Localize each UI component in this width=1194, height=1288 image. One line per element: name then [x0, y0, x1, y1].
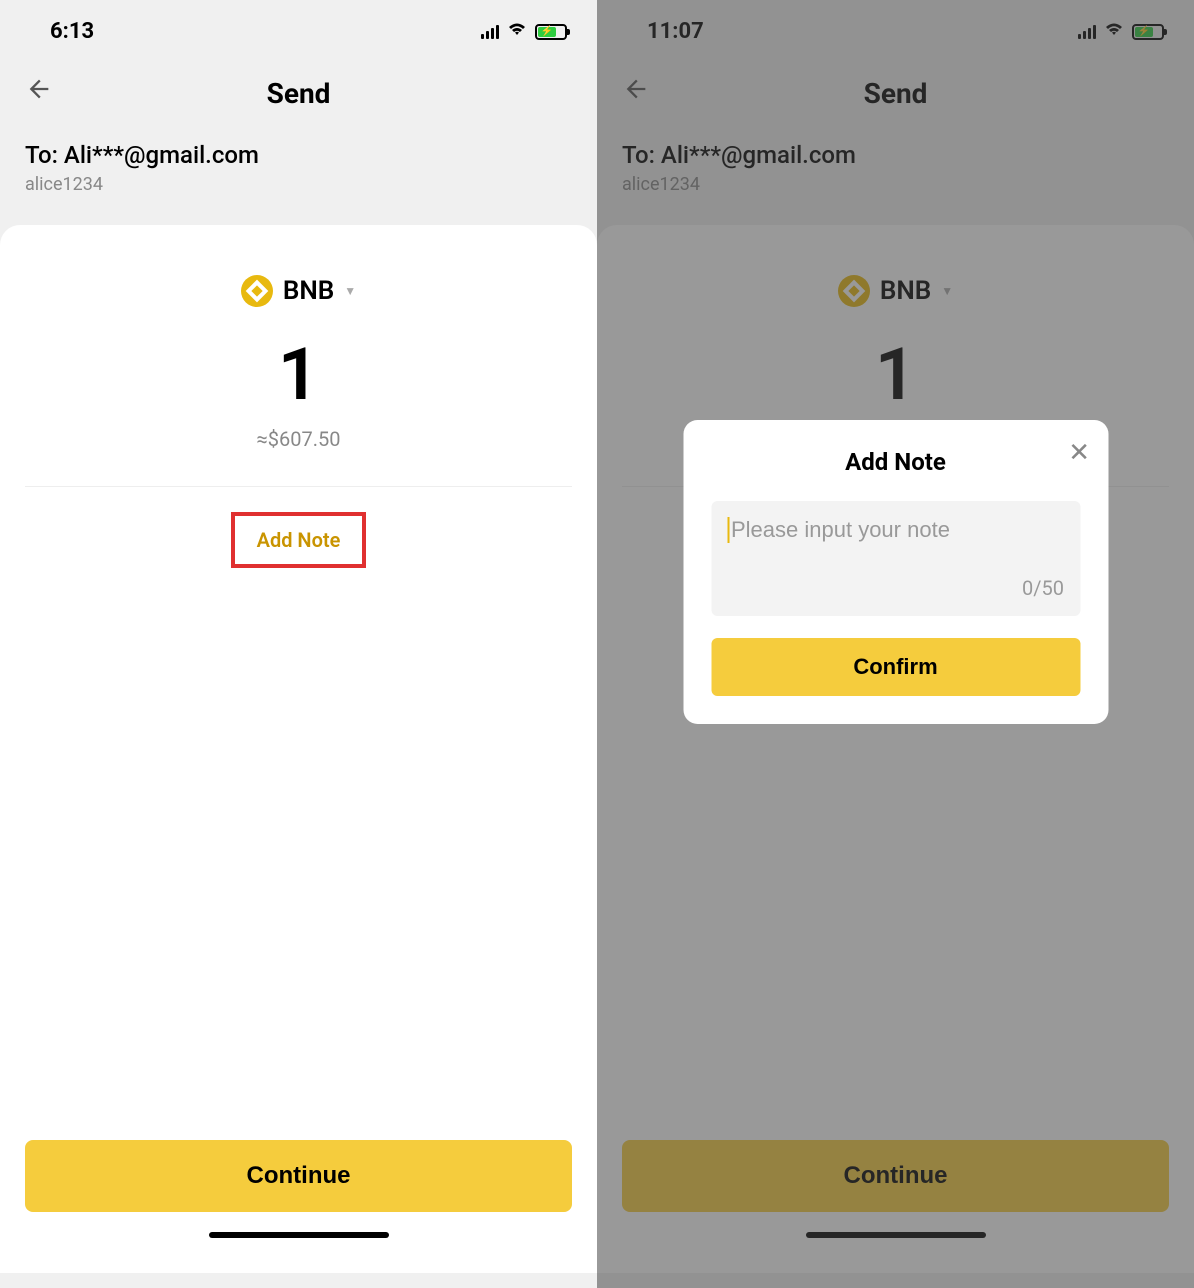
- coin-selector[interactable]: BNB ▼: [25, 275, 572, 307]
- status-bar: 6:13 ⚡: [0, 0, 597, 55]
- send-card: BNB ▼ 1 ≈$607.50 Add Note Continue: [0, 225, 597, 1273]
- cellular-signal-icon: [481, 25, 499, 39]
- amount-value[interactable]: 1: [25, 332, 572, 417]
- add-note-modal: ✕ Add Note 0/50 Confirm: [683, 420, 1108, 724]
- status-time: 6:13: [50, 19, 94, 44]
- amount-usd: ≈$607.50: [25, 427, 572, 451]
- battery-charging-icon: ⚡: [535, 24, 567, 40]
- chevron-down-icon: ▼: [344, 284, 356, 298]
- wifi-icon: [507, 21, 527, 42]
- status-icons: ⚡: [481, 21, 567, 42]
- highlight-box: Add Note: [231, 512, 367, 568]
- note-input-wrapper: 0/50: [711, 501, 1080, 616]
- add-note-link[interactable]: Add Note: [25, 512, 572, 568]
- recipient-handle: alice1234: [25, 174, 572, 195]
- recipient-block: To: Ali***@gmail.com alice1234: [0, 131, 597, 215]
- divider: [25, 486, 572, 487]
- bnb-coin-icon: [241, 275, 273, 307]
- close-icon[interactable]: ✕: [1068, 438, 1090, 468]
- char-count: 0/50: [727, 576, 1064, 600]
- modal-title: Add Note: [711, 448, 1080, 476]
- note-input[interactable]: [727, 517, 1064, 543]
- nav-header: Send: [0, 55, 597, 131]
- continue-button[interactable]: Continue: [25, 1140, 572, 1212]
- home-indicator[interactable]: [209, 1232, 389, 1238]
- phone-screen-left: 6:13 ⚡ Send To: Ali***@gmail.com alice12…: [0, 0, 597, 1288]
- coin-symbol: BNB: [283, 276, 334, 306]
- recipient-to: To: Ali***@gmail.com: [25, 141, 572, 169]
- phone-screen-right: 11:07 ⚡ Send To: Ali***@gmail.com alice1…: [597, 0, 1194, 1288]
- back-arrow-icon[interactable]: [25, 75, 53, 111]
- add-note-label: Add Note: [257, 528, 341, 552]
- confirm-button[interactable]: Confirm: [711, 638, 1080, 696]
- page-title: Send: [267, 77, 331, 110]
